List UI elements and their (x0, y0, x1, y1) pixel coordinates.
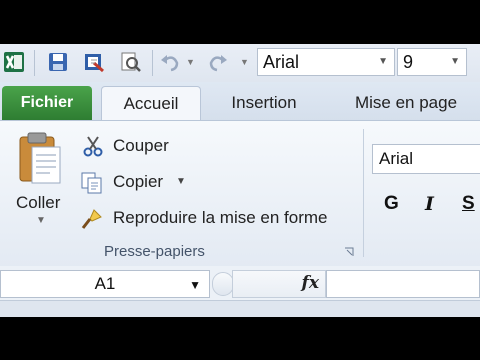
format-painter-button[interactable]: Reproduire la mise en forme (113, 208, 327, 228)
font-size-dropdown[interactable]: 9 ▼ (397, 48, 467, 76)
qat-separator (152, 50, 153, 76)
ribbon-font-name-dropdown[interactable]: Arial (372, 144, 480, 174)
underline-button[interactable]: S (462, 193, 475, 215)
formula-bar: A1 ▼ fx (0, 266, 480, 300)
font-size-value: 9 (403, 52, 414, 72)
tab-file[interactable]: Fichier (2, 86, 92, 120)
redo-icon[interactable] (206, 50, 230, 74)
clipboard-icon (19, 132, 61, 184)
group-separator (363, 129, 364, 257)
undo-icon[interactable] (158, 50, 182, 74)
italic-button[interactable]: I (425, 193, 434, 215)
qat-separator (34, 50, 35, 76)
copy-dropdown-icon[interactable]: ▼ (176, 176, 186, 187)
copy-icon (80, 171, 104, 195)
bold-button[interactable]: G (384, 193, 399, 215)
ribbon-font-name-value: Arial (379, 149, 414, 168)
chevron-down-icon: ▼ (450, 56, 460, 67)
insert-function-icon[interactable]: fx (302, 273, 319, 293)
quick-access-toolbar: ▼ ▼ Arial ▼ 9 ▼ (0, 44, 480, 83)
copy-button[interactable]: Copier (113, 172, 163, 192)
font-name-dropdown[interactable]: Arial ▼ (257, 48, 395, 76)
insert-function-area: fx (232, 270, 326, 298)
clipboard-group-label: Presse-papiers (104, 243, 205, 260)
name-box[interactable]: A1 ▼ (0, 270, 210, 298)
chevron-down-icon[interactable]: ▼ (189, 272, 201, 298)
chevron-down-icon: ▼ (378, 56, 388, 67)
tab-home[interactable]: Accueil (101, 86, 201, 120)
column-header-strip (0, 300, 480, 317)
paste-label[interactable]: Coller (16, 193, 60, 213)
customize-qat-icon[interactable]: ▼ (240, 57, 249, 67)
ribbon-tabs: Fichier Accueil Insertion Mise en page (0, 82, 480, 120)
scissors-icon (82, 135, 104, 157)
formula-input[interactable] (326, 270, 480, 298)
save-icon[interactable] (46, 50, 70, 74)
excel-window: ▼ ▼ Arial ▼ 9 ▼ Fichier Accueil Insertio… (0, 0, 480, 360)
ribbon-panel: Coller ▼ Couper Copier ▼ Reproduire la m… (0, 120, 480, 268)
dialog-launcher-icon[interactable] (344, 247, 354, 257)
name-box-splitter[interactable] (212, 272, 234, 296)
tab-insert[interactable]: Insertion (214, 86, 314, 120)
tab-page-layout[interactable]: Mise en page (338, 86, 474, 120)
print-preview-icon[interactable] (118, 50, 142, 74)
paste-button[interactable] (14, 131, 64, 191)
print-setup-icon[interactable] (82, 50, 106, 74)
name-box-value: A1 (94, 274, 116, 293)
paste-dropdown-icon[interactable]: ▼ (36, 215, 46, 226)
font-name-value: Arial (263, 52, 300, 72)
cut-button[interactable]: Couper (113, 136, 169, 156)
excel-logo-icon[interactable] (2, 50, 26, 74)
format-painter-icon (80, 207, 104, 231)
undo-dropdown-icon[interactable]: ▼ (186, 57, 195, 67)
